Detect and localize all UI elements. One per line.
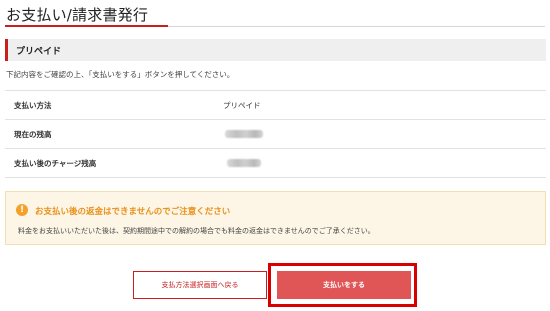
section-header: プリペイド	[5, 39, 546, 61]
refund-warning-notice: ! お支払い後の返金はできませんのでご注意ください 料金をお支払いいただいた後は…	[5, 191, 546, 245]
title-underline	[168, 26, 545, 27]
back-to-payment-method-button[interactable]: 支払方法選択画面へ戻る	[133, 271, 267, 299]
payment-method-label: 支払い方法	[14, 101, 52, 110]
notice-body: 料金をお支払いいただいた後は、契約期間途中での解約の場合でも料金の返金はできませ…	[18, 227, 375, 235]
instruction-text: 下記内容をご確認の上、「支払いをする」ボタンを押してください。	[6, 70, 235, 79]
payment-details-table: 支払い方法 プリペイド 現在の残高 支払い後のチャージ残高	[5, 90, 546, 178]
notice-title: お支払い後の返金はできませんのでご注意ください	[35, 207, 231, 217]
detail-row-payment-method: 支払い方法 プリペイド	[5, 90, 546, 119]
payment-method-value: プリペイド	[223, 101, 261, 110]
detail-row-current-balance: 現在の残高	[5, 119, 546, 148]
exclamation-icon: !	[16, 204, 28, 216]
title-underline-accent	[5, 25, 168, 27]
page-title: お支払い/請求書発行	[6, 6, 149, 24]
current-balance-redacted-value	[225, 130, 263, 138]
balance-after-charge-label: 支払い後のチャージ残高	[14, 159, 97, 168]
balance-after-charge-redacted-value	[227, 159, 261, 167]
detail-row-balance-after-charge: 支払い後のチャージ残高	[5, 148, 546, 178]
current-balance-label: 現在の残高	[14, 130, 52, 139]
pay-button[interactable]: 支払いをする	[277, 271, 411, 299]
section-title: プリペイド	[16, 47, 62, 57]
